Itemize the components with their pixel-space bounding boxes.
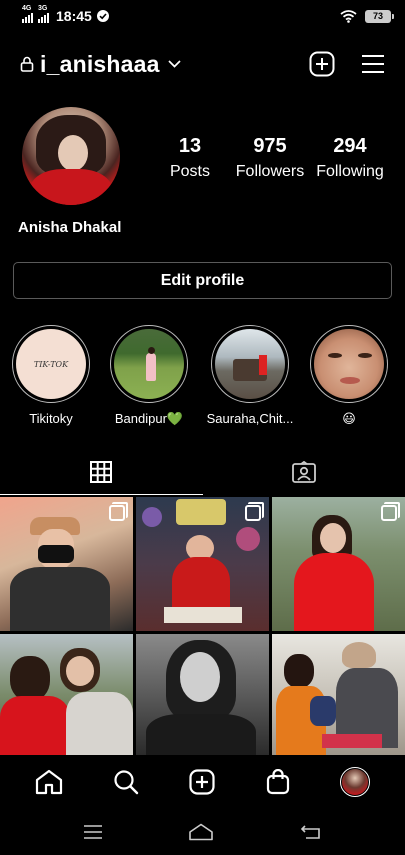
tab-grid[interactable] [0, 450, 203, 495]
plus-square-icon [189, 769, 216, 795]
highlight-item[interactable]: 😃 [301, 325, 397, 427]
edit-profile-button[interactable]: Edit profile [13, 262, 392, 299]
followers-stat[interactable]: 975 Followers [230, 135, 310, 181]
post-thumbnail[interactable] [136, 634, 269, 755]
followers-count: 975 [253, 135, 287, 157]
following-stat[interactable]: 294 Following [310, 135, 390, 181]
story-highlights: TIK-TOK Tikitoky Bandipur💚 Sauraha,Chit.… [0, 325, 405, 430]
sim1-signal-icon: 4G [22, 5, 33, 23]
account-switcher[interactable]: i_anishaaa [20, 51, 181, 78]
home-button[interactable] [35, 769, 63, 795]
multi-photo-icon [381, 502, 400, 521]
posts-grid [0, 497, 405, 755]
menu-button[interactable] [361, 53, 385, 75]
highlight-item[interactable]: TIK-TOK Tikitoky [3, 325, 99, 426]
home-outline-icon [189, 823, 214, 840]
post-thumbnail[interactable] [0, 497, 133, 631]
new-post-button[interactable] [309, 51, 335, 77]
username: i_anishaaa [40, 50, 160, 77]
back-button[interactable] [300, 824, 322, 840]
posts-count: 13 [178, 135, 202, 157]
post-thumbnail[interactable] [272, 497, 405, 631]
display-name: Anisha Dhakal [18, 219, 122, 236]
highlight-cover [215, 329, 285, 399]
sim2-signal-icon: 3G [38, 5, 49, 23]
battery-icon: 73 [365, 9, 394, 23]
home-icon [35, 769, 63, 795]
system-navigation [0, 808, 405, 855]
highlight-label: Bandipur💚 [114, 411, 184, 426]
lock-icon [20, 56, 34, 72]
recents-button[interactable] [83, 824, 103, 839]
multi-photo-icon [245, 502, 264, 521]
post-thumbnail[interactable] [136, 497, 269, 631]
highlight-cover: TIK-TOK [16, 329, 86, 399]
search-button[interactable] [113, 769, 139, 795]
profile-avatar[interactable] [22, 107, 120, 205]
following-count: 294 [333, 135, 367, 157]
profile-tab-avatar[interactable] [339, 767, 370, 797]
bottom-navigation [0, 757, 405, 807]
wifi-icon [340, 9, 357, 23]
shop-button[interactable] [266, 769, 290, 795]
profile-tabs [0, 450, 405, 495]
person-tag-icon [291, 461, 316, 483]
posts-label: Posts [169, 163, 210, 180]
grid-icon [90, 461, 113, 483]
back-icon [301, 824, 320, 839]
tab-tagged[interactable] [203, 450, 405, 494]
status-time: 18:45 [56, 8, 92, 24]
highlight-label: 😃 [342, 411, 356, 426]
home-system-button[interactable] [188, 823, 214, 841]
highlight-cover [114, 329, 184, 399]
menu-lines-icon [83, 824, 102, 839]
followers-label: Followers [235, 163, 305, 180]
multi-photo-icon [109, 502, 128, 521]
chevron-down-icon [168, 60, 181, 68]
highlight-cover [314, 329, 384, 399]
check-circle-icon [96, 10, 109, 22]
post-thumbnail[interactable] [0, 634, 133, 755]
status-bar: 4G 3G 18:45 73 [0, 0, 405, 32]
profile-header: i_anishaaa [0, 46, 405, 82]
search-icon [114, 770, 139, 795]
highlight-item[interactable]: Bandipur💚 [101, 325, 197, 427]
shopping-bag-icon [266, 769, 289, 795]
create-button[interactable] [189, 769, 216, 795]
highlight-label: Sauraha,Chit... [206, 411, 294, 426]
profile-stats: 13 Posts 975 Followers 294 Following [150, 135, 390, 181]
following-label: Following [316, 163, 384, 180]
highlight-label: Tikitoky [29, 411, 73, 426]
highlight-item[interactable]: Sauraha,Chit... [202, 325, 298, 426]
post-thumbnail[interactable] [272, 634, 405, 755]
posts-stat[interactable]: 13 Posts [150, 135, 230, 181]
